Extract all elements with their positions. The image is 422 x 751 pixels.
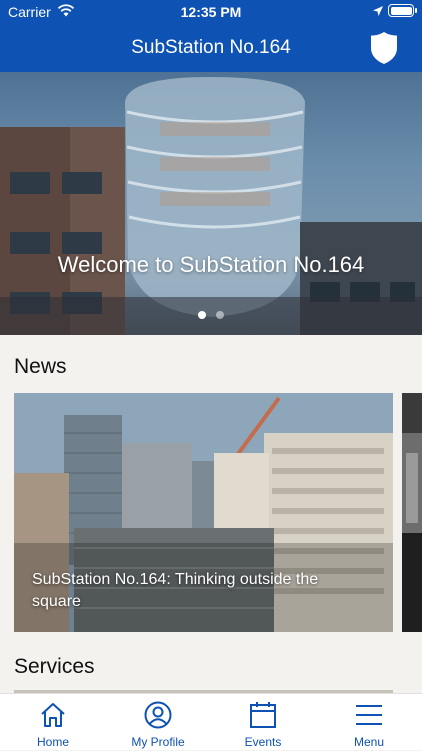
tab-bar: Home My Profile Events Menu <box>0 693 422 750</box>
tab-my-profile[interactable]: My Profile <box>105 694 211 751</box>
tab-home[interactable]: Home <box>0 694 106 751</box>
news-card-next-image <box>402 393 422 632</box>
battery-icon <box>388 4 414 17</box>
carousel-dot-1[interactable] <box>198 311 206 319</box>
calendar-icon <box>249 701 277 729</box>
navigation-bar: SubStation No.164 <box>0 25 422 72</box>
status-bar: Carrier 12:35 PM <box>0 0 422 25</box>
clock: 12:35 PM <box>0 4 422 20</box>
home-icon <box>39 701 67 729</box>
hero-title: Welcome to SubStation No.164 <box>0 252 422 278</box>
services-heading: Services <box>14 655 95 679</box>
hero-image <box>0 72 422 335</box>
news-card-next-peek[interactable] <box>402 393 422 632</box>
tab-events-label: Events <box>210 735 316 749</box>
carousel-dot-2[interactable] <box>216 311 224 319</box>
tab-home-label: Home <box>0 735 106 749</box>
page-title: SubStation No.164 <box>0 37 422 59</box>
tab-events[interactable]: Events <box>210 694 316 751</box>
menu-icon <box>355 701 383 729</box>
tab-my-profile-label: My Profile <box>105 735 211 749</box>
news-heading: News <box>14 355 67 379</box>
news-card-caption: SubStation No.164: Thinking outside the … <box>32 569 352 613</box>
hero-carousel[interactable]: Welcome to SubStation No.164 <box>0 72 422 335</box>
tab-menu-label: Menu <box>316 735 422 749</box>
news-card[interactable]: SubStation No.164: Thinking outside the … <box>14 393 393 632</box>
carousel-pagination[interactable] <box>0 306 422 324</box>
location-arrow-icon <box>372 5 384 17</box>
tab-menu[interactable]: Menu <box>316 694 422 751</box>
profile-icon <box>144 701 172 729</box>
shield-icon[interactable] <box>370 31 398 65</box>
